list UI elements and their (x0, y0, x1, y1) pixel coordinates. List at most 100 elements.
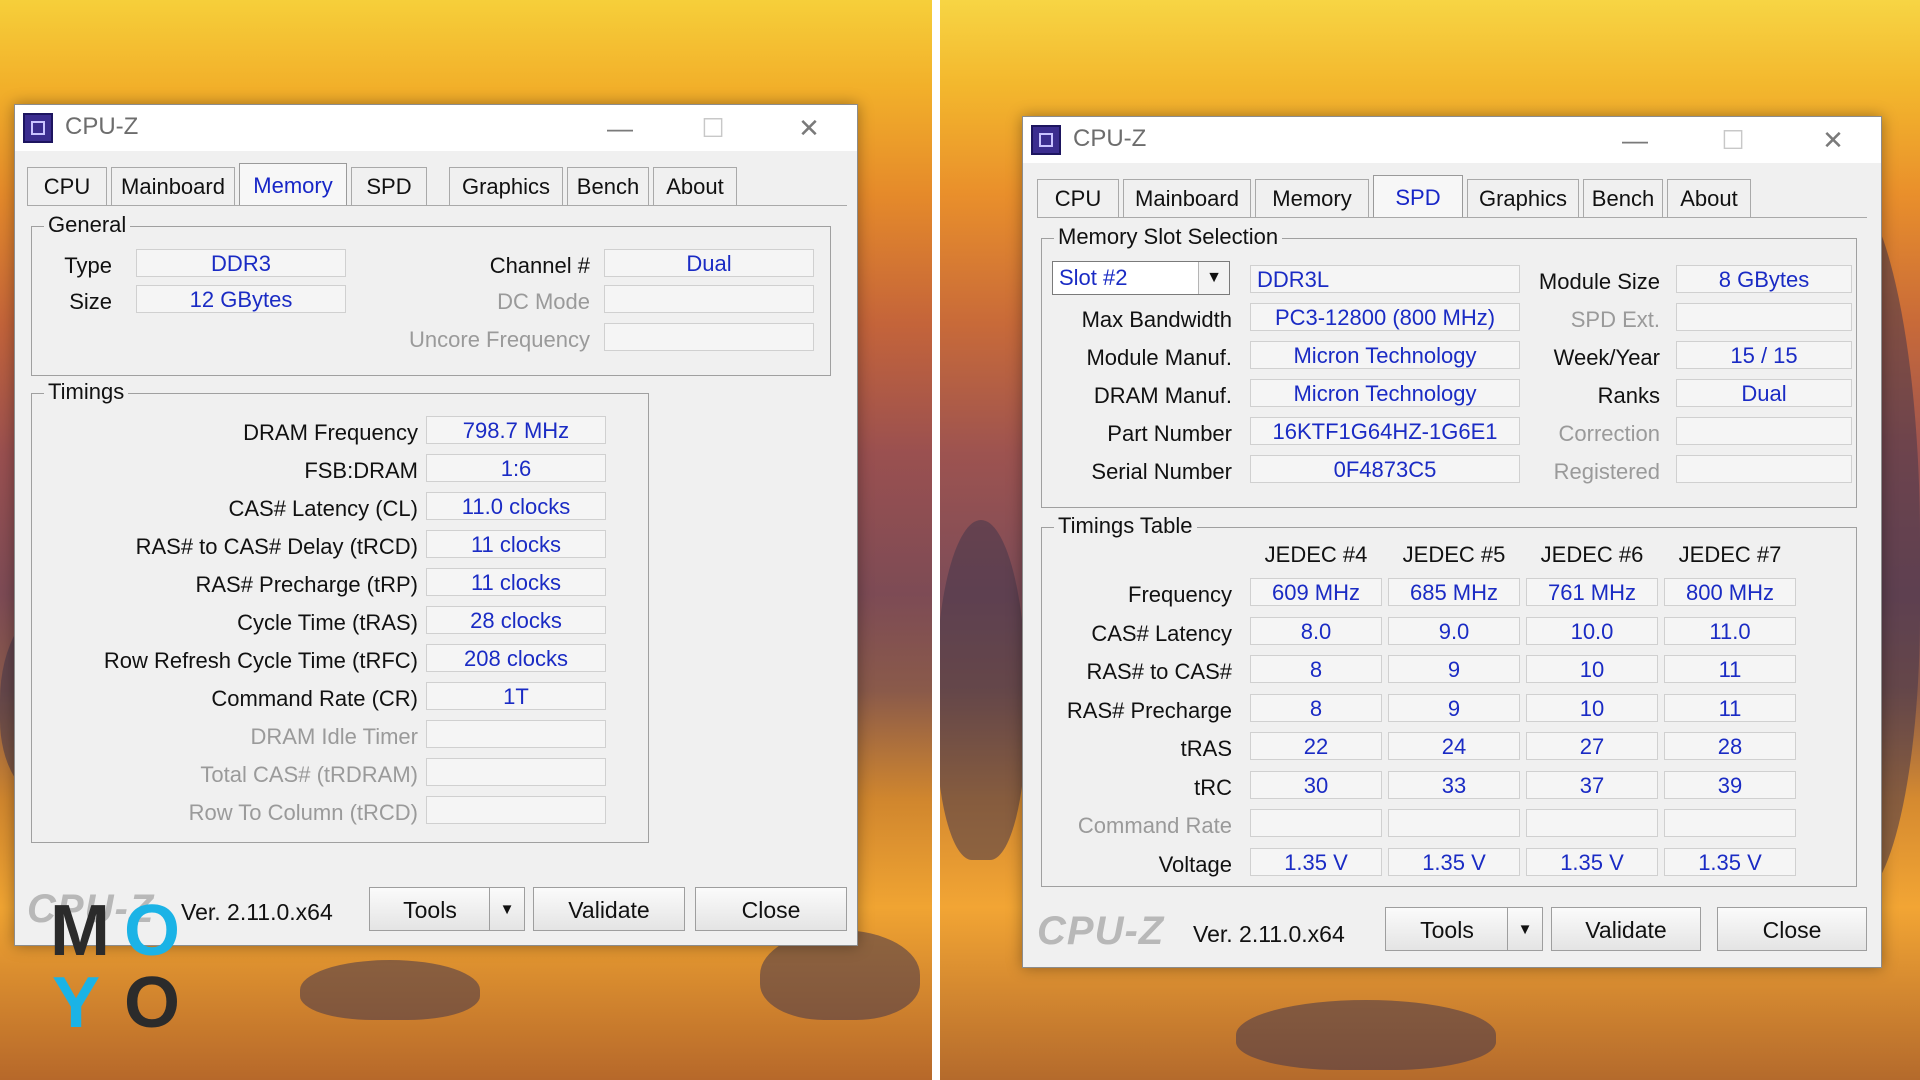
timing-label: FSB:DRAM (304, 458, 418, 483)
moyo-watermark-logo: M O Y O (50, 895, 200, 1045)
chevron-down-icon[interactable]: ▼ (1198, 262, 1229, 294)
minimize-button[interactable]: — (1615, 125, 1655, 155)
tab-bar: CPU Mainboard Memory SPD Graphics Bench … (27, 163, 847, 205)
tools-button[interactable]: Tools (1385, 907, 1509, 951)
tab-graphics[interactable]: Graphics (449, 167, 563, 205)
tools-dropdown-button[interactable]: ▼ (1507, 907, 1543, 951)
minimize-button[interactable]: — (600, 113, 640, 143)
tab-about[interactable]: About (653, 167, 737, 205)
timing-value (426, 720, 606, 748)
module-manuf-label: Module Manuf. (1086, 345, 1232, 370)
timing-cell: 33 (1388, 770, 1520, 799)
timing-label: Cycle Time (tRAS) (237, 610, 418, 635)
timing-cell: 761 MHz (1526, 578, 1658, 606)
tools-dropdown-button[interactable]: ▼ (489, 887, 525, 931)
timing-row-label: Voltage (1158, 851, 1232, 877)
timing-value: 208 clocks (426, 644, 606, 672)
module-size-value: 8 GBytes (1676, 265, 1852, 293)
wallpaper-rock (1236, 1000, 1496, 1070)
timing-cell: 1.35 V (1250, 847, 1382, 876)
timing-cell: 28 (1664, 732, 1796, 760)
timing-label: RAS# to CAS# Delay (tRCD) (135, 534, 418, 559)
dc-mode-value (604, 285, 814, 313)
timing-label: DRAM Frequency (243, 420, 418, 445)
timing-cell: 22 (1250, 732, 1382, 760)
timing-value: 11 clocks (426, 568, 606, 596)
timing-value (426, 796, 606, 824)
maximize-button[interactable]: ☐ (693, 113, 733, 143)
cpuz-window-memory: CPU-Z — ☐ ✕ CPU Mainboard Memory SPD Gra… (14, 104, 858, 946)
timing-label: CAS# Latency (CL) (228, 496, 418, 521)
max-bandwidth-label: Max Bandwidth (1081, 307, 1232, 332)
size-label: Size (69, 289, 112, 314)
close-window-button[interactable]: ✕ (1813, 125, 1853, 155)
tab-bar: CPU Mainboard Memory SPD Graphics Bench … (1037, 175, 1867, 217)
timing-value: 28 clocks (426, 606, 606, 634)
channel-label: Channel # (489, 253, 590, 278)
timing-cell: 8.0 (1250, 616, 1382, 645)
timing-cell: 10 (1526, 655, 1658, 683)
watermark-letter: O (124, 963, 181, 1043)
title-bar[interactable]: CPU-Z — ☐ ✕ (1023, 117, 1881, 163)
dram-manuf-value: Micron Technology (1250, 379, 1520, 407)
timing-cell: 10.0 (1526, 616, 1658, 645)
tab-memory[interactable]: Memory (1255, 179, 1369, 217)
tab-mainboard[interactable]: Mainboard (111, 167, 235, 205)
spd-ext-label: SPD Ext. (1570, 307, 1660, 332)
tools-button[interactable]: Tools (369, 887, 491, 931)
group-title: Timings Table (1054, 513, 1197, 539)
tab-cpu[interactable]: CPU (1037, 179, 1119, 217)
jedec-column-header: JEDEC #7 (1678, 542, 1782, 567)
window-title: CPU-Z (65, 113, 139, 140)
close-window-button[interactable]: ✕ (789, 113, 829, 143)
registered-value (1676, 455, 1852, 483)
timing-cell: 1.35 V (1388, 847, 1520, 876)
uncore-frequency-label: Uncore Frequency (409, 327, 590, 352)
tab-spd[interactable]: SPD (1373, 175, 1463, 217)
timing-label: Row Refresh Cycle Time (tRFC) (103, 648, 418, 673)
maximize-button[interactable]: ☐ (1713, 125, 1753, 155)
timing-cell: 800 MHz (1664, 578, 1796, 606)
tab-spd[interactable]: SPD (351, 167, 427, 205)
timing-row-label: tRC (1194, 774, 1232, 800)
cpuz-app-icon (1031, 125, 1061, 155)
tab-underline (27, 205, 847, 206)
validate-button[interactable]: Validate (1551, 907, 1701, 951)
module-type-value: DDR3L (1250, 265, 1520, 293)
tab-underline (1037, 217, 1867, 218)
slot-select[interactable]: Slot #2 ▼ (1052, 261, 1230, 295)
tab-cpu[interactable]: CPU (27, 167, 107, 205)
timing-cell: 9 (1388, 693, 1520, 722)
timing-cell: 39 (1664, 770, 1796, 799)
timing-value: 11.0 clocks (426, 492, 606, 520)
title-bar[interactable]: CPU-Z — ☐ ✕ (15, 105, 857, 151)
close-button[interactable]: Close (1717, 907, 1867, 951)
close-button[interactable]: Close (695, 887, 847, 931)
tab-bench[interactable]: Bench (567, 167, 649, 205)
timings-group: Timings DRAM Frequency 798.7 MHz FSB:DRAM 1… (31, 379, 649, 843)
timing-cell: 1.35 V (1664, 847, 1796, 876)
timing-value: 11 clocks (426, 530, 606, 558)
image-divider (932, 0, 940, 1080)
uncore-frequency-value (604, 323, 814, 351)
tab-about[interactable]: About (1667, 179, 1751, 217)
timing-cell: 11 (1664, 655, 1796, 683)
validate-button[interactable]: Validate (533, 887, 685, 931)
timing-cell: 1.35 V (1526, 847, 1658, 876)
part-number-label: Part Number (1107, 421, 1232, 446)
channel-value: Dual (604, 249, 814, 277)
general-group: General Type DDR3 Size 12 GBytes Channel… (31, 212, 831, 376)
tab-memory[interactable]: Memory (239, 163, 347, 205)
timing-value (426, 758, 606, 786)
type-label: Type (64, 253, 112, 278)
tab-bench[interactable]: Bench (1583, 179, 1663, 217)
timing-row-label: RAS# Precharge (1066, 697, 1232, 723)
timing-cell: 8 (1250, 655, 1382, 683)
tab-mainboard[interactable]: Mainboard (1123, 179, 1251, 217)
cpuz-logo: CPU-Z (1037, 909, 1165, 953)
tab-graphics[interactable]: Graphics (1467, 179, 1579, 217)
timing-cell: 37 (1526, 770, 1658, 799)
watermark-letter: M (50, 891, 110, 971)
correction-label: Correction (1558, 421, 1660, 446)
timing-cell: 9.0 (1388, 616, 1520, 645)
